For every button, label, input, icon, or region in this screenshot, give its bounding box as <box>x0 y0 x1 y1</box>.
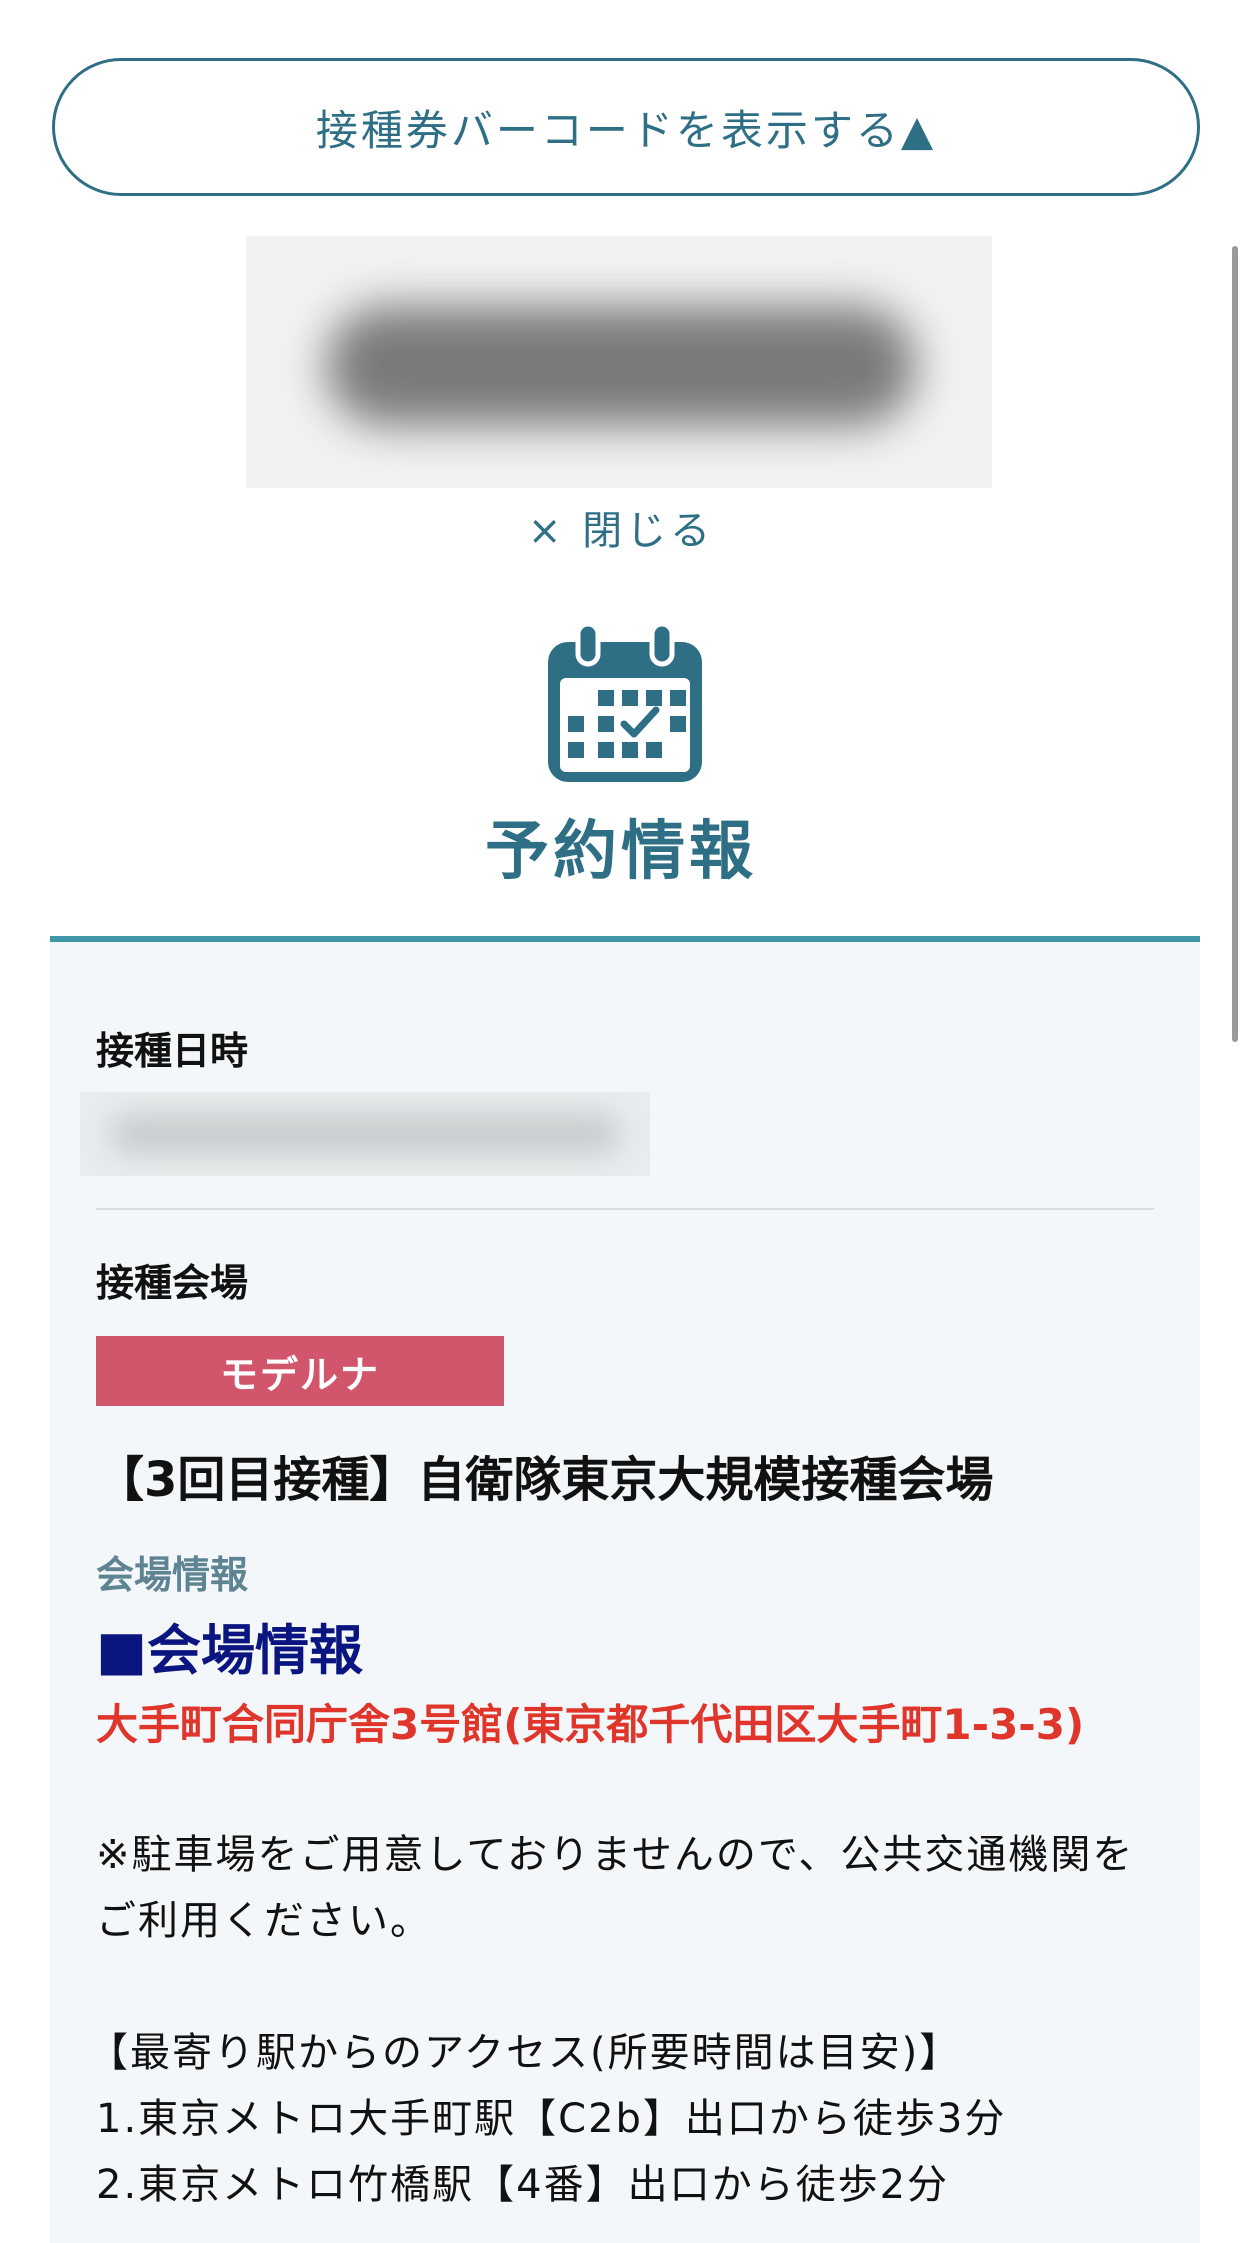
vaccine-badge-label: モデルナ <box>219 1352 380 1397</box>
date-label: 接種日時 <box>96 1029 249 1073</box>
access-heading: 【最寄り駅からのアクセス(所要時間は目安)】 <box>88 2030 962 2076</box>
venue-name: 【3回目接種】自衛隊東京大規模接種会場 <box>96 1452 994 1508</box>
calendar-check-icon <box>548 621 702 782</box>
venue-info-heading: ■会場情報 <box>96 1619 364 1682</box>
show-barcode-button[interactable]: 接種券バーコードを表示する▲ <box>52 58 1200 196</box>
access-item-1: 1.東京メトロ大手町駅【C2b】出口から徒歩3分 <box>96 2096 1007 2142</box>
venue-address: 大手町合同庁舎3号館(東京都千代田区大手町1-3-3) <box>96 1700 1085 1749</box>
barcode-blurred <box>326 306 916 426</box>
reservation-details-panel: 接種日時 接種会場 モデルナ 【3回目接種】自衛隊東京大規模接種会場 会場情報 … <box>50 936 1200 2243</box>
divider <box>96 1208 1154 1210</box>
show-barcode-label: 接種券バーコードを表示する▲ <box>315 105 937 155</box>
vaccine-badge: モデルナ <box>96 1336 504 1406</box>
access-item-2: 2.東京メトロ竹橋駅【4番】出口から徒歩2分 <box>96 2162 950 2208</box>
parking-note: ※駐車場をご用意しておりませんので、公共交通機関をご利用ください。 <box>96 1832 1135 1944</box>
venue-label: 接種会場 <box>96 1261 249 1305</box>
reservation-page: 接種券バーコードを表示する▲ × 閉じる 予約情報 接種日時 接種会場 モデルナ… <box>0 0 1242 2243</box>
venue-info-label: 会場情報 <box>96 1553 249 1597</box>
date-value-blurred <box>80 1092 650 1176</box>
close-barcode-link[interactable]: × 閉じる <box>0 498 1242 556</box>
barcode-image <box>246 236 992 488</box>
scrollbar[interactable] <box>1232 246 1238 1042</box>
reservation-title: 予約情報 <box>485 815 757 889</box>
